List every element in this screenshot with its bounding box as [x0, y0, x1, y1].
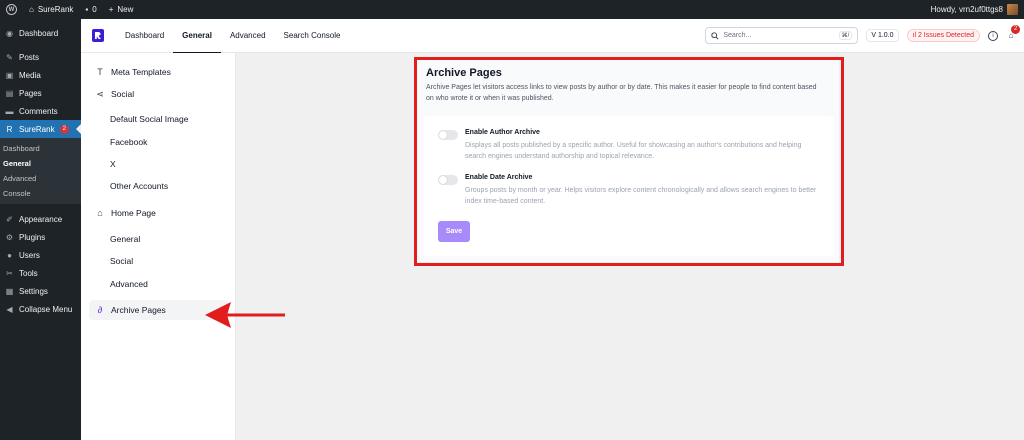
nav-facebook[interactable]: Facebook [81, 132, 236, 152]
pages-icon: ▤ [5, 88, 14, 98]
menu-pages[interactable]: ▤ Pages [0, 84, 81, 102]
submenu-advanced[interactable]: Advanced [0, 171, 81, 186]
nav-home-social[interactable]: Social [81, 251, 236, 271]
surerank-badge: 2 [59, 124, 69, 134]
comments-icon: ▬ [5, 106, 14, 116]
nav-social[interactable]: ⋖ Social [81, 84, 236, 104]
surerank-icon: R [6, 124, 13, 134]
comment-icon: ▪ [85, 5, 89, 14]
notifications-icon[interactable]: ⌂ 2 [1006, 24, 1020, 41]
collapse-icon: ◀ [6, 304, 13, 314]
paperclip-icon: ∂ [97, 305, 103, 315]
media-icon: ▣ [5, 70, 14, 80]
surerank-topnav: Dashboard General Advanced Search Consol… [81, 19, 1024, 54]
appearance-icon: ✐ [6, 214, 13, 224]
nav-default-social-image[interactable]: Default Social Image [81, 109, 236, 129]
home-icon: ⌂ [97, 208, 103, 218]
surerank-logo-icon[interactable] [92, 29, 104, 42]
nav-x[interactable]: X [81, 154, 236, 174]
menu-settings[interactable]: ▦ Settings [0, 282, 81, 300]
submenu-general[interactable]: General [0, 156, 81, 171]
my-account-link[interactable]: Howdy, vrn2uf0ttgs8 [931, 4, 1024, 15]
wp-logo-button[interactable]: W [0, 0, 23, 19]
menu-posts[interactable]: ✎ Posts [0, 48, 81, 66]
submenu-dashboard[interactable]: Dashboard [0, 141, 81, 156]
nav-home-general[interactable]: General [81, 229, 236, 249]
plus-icon: + [108, 5, 114, 14]
submenu-console[interactable]: Console [0, 186, 81, 201]
collapse-menu-button[interactable]: ◀ Collapse Menu [0, 300, 81, 318]
new-content-link[interactable]: + New [103, 0, 140, 19]
tools-icon: ✂ [6, 268, 13, 278]
menu-tools[interactable]: ✂ Tools [0, 264, 81, 282]
nav-meta-templates[interactable]: T Meta Templates [81, 62, 236, 82]
share-icon: ⋖ [96, 88, 104, 99]
version-badge: V 1.0.0 [866, 29, 899, 42]
red-arrow-icon [205, 302, 285, 328]
home-icon: ⌂ [29, 5, 34, 14]
menu-appearance[interactable]: ✐ Appearance [0, 210, 81, 228]
tab-search-console[interactable]: Search Console [275, 19, 350, 53]
menu-surerank[interactable]: R SureRank 2 [0, 120, 81, 138]
posts-icon: ✎ [6, 52, 13, 62]
howdy-text: Howdy, vrn2uf0ttgs8 [930, 5, 1003, 14]
menu-plugins[interactable]: ⚙ Plugins [0, 228, 81, 246]
settings-icon: ▦ [5, 286, 14, 296]
info-icon[interactable]: i [988, 30, 998, 41]
tab-general[interactable]: General [173, 19, 221, 54]
wordpress-icon: W [6, 4, 17, 15]
wp-admin-menu: ◉ Dashboard ✎ Posts ▣ Media ▤ Pages ▬ Comment… [0, 19, 81, 440]
issues-badge[interactable]: ıl 2 Issues Detected [906, 29, 980, 42]
search-icon [711, 31, 719, 40]
nav-other-accounts[interactable]: Other Accounts [81, 176, 236, 196]
comments-link[interactable]: ▪ 0 [79, 0, 102, 19]
menu-media[interactable]: ▣ Media [0, 66, 81, 84]
menu-dashboard[interactable]: ◉ Dashboard [0, 24, 81, 42]
wp-admin-bar: W ⌂ SureRank ▪ 0 + New Howdy, vrn2uf0ttgs8 [0, 0, 1024, 19]
text-icon: T [97, 67, 103, 77]
settings-nav: T Meta Templates ⋖ Social Default Social I… [81, 53, 236, 440]
notifications-count: 2 [1011, 24, 1020, 34]
avatar [1007, 4, 1018, 15]
tab-advanced[interactable]: Advanced [221, 19, 275, 53]
plugins-icon: ⚙ [5, 232, 14, 242]
tab-dashboard[interactable]: Dashboard [116, 19, 173, 53]
nav-home-page[interactable]: ⌂ Home Page [81, 203, 236, 223]
users-icon: ● [7, 250, 12, 260]
highlight-box [414, 57, 844, 266]
site-name-link[interactable]: ⌂ SureRank [23, 0, 79, 19]
menu-comments[interactable]: ▬ Comments [0, 102, 81, 120]
menu-users[interactable]: ● Users [0, 246, 81, 264]
surerank-submenu: Dashboard General Advanced Console [0, 138, 81, 204]
search-input[interactable]: Search... ⌘/ [705, 27, 859, 44]
nav-home-advanced[interactable]: Advanced [81, 274, 236, 294]
dashboard-icon: ◉ [6, 28, 13, 38]
search-shortcut: ⌘/ [838, 31, 853, 40]
